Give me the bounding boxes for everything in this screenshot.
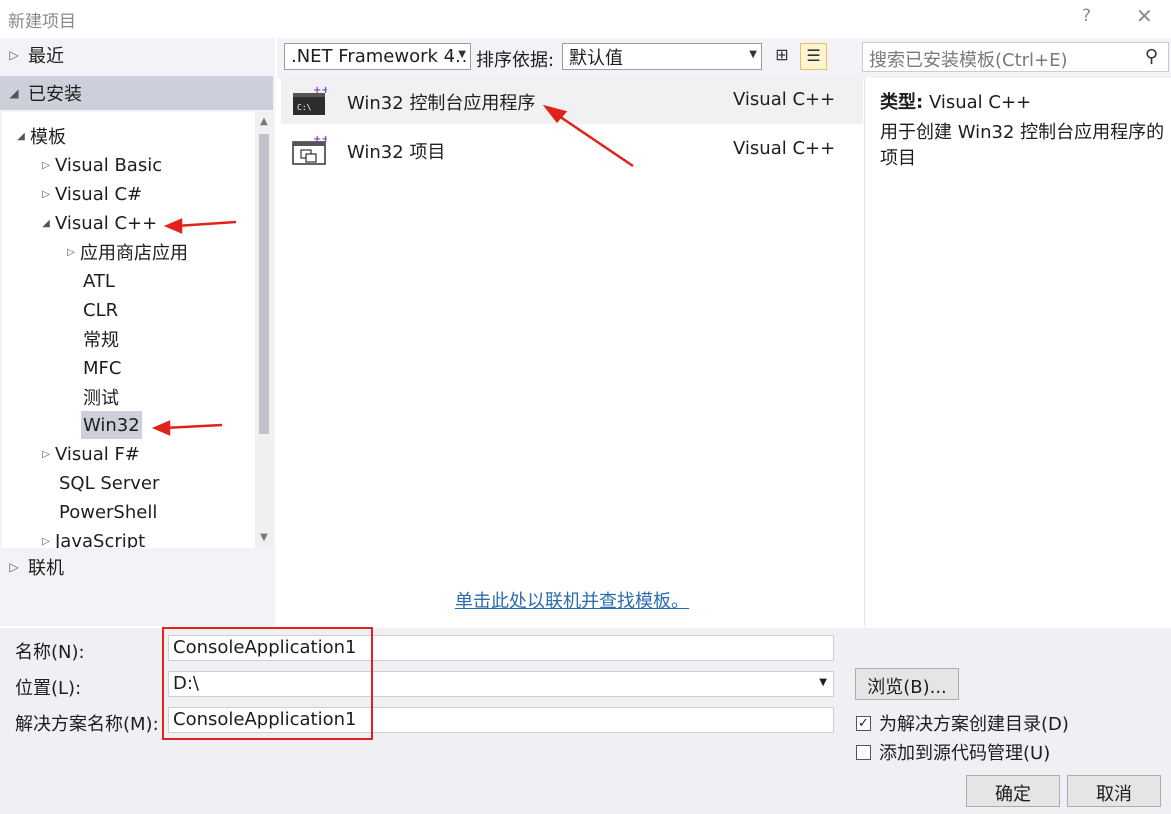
annotation-arrow-console (555, 112, 634, 168)
annotation-arrowhead (163, 218, 183, 234)
annotation-arrow-cpp (175, 220, 237, 228)
annotation-arrowhead (151, 420, 171, 436)
annotation-arrow-win32 (163, 423, 223, 430)
annotation-arrows (151, 104, 634, 436)
